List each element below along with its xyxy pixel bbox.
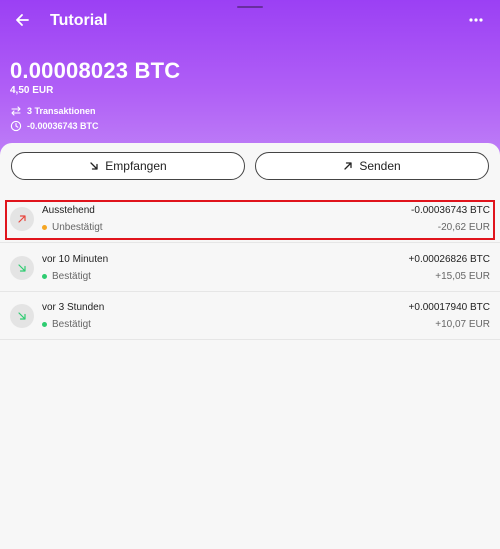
transaction-count: 3 Transaktionen bbox=[27, 106, 96, 116]
transaction-time: vor 3 Stunden bbox=[42, 302, 105, 313]
transaction-count-row: 3 Transaktionen bbox=[10, 104, 96, 118]
transaction-status-text: Bestätigt bbox=[52, 271, 91, 282]
transaction-fiat: +15,05 EUR bbox=[435, 271, 490, 282]
arrow-up-right-icon bbox=[18, 215, 26, 223]
send-button[interactable]: Senden bbox=[255, 152, 489, 180]
balance-amount: 0.00008023 BTC bbox=[10, 58, 181, 83]
status-dot bbox=[42, 322, 47, 327]
transaction-time: vor 10 Minuten bbox=[42, 254, 109, 265]
transaction-amount: -0.00036743 BTC bbox=[411, 205, 490, 216]
more-vert-icon bbox=[469, 18, 483, 22]
transaction-status-text: Bestätigt bbox=[52, 319, 91, 330]
pending-amount-row: -0.00036743 BTC bbox=[10, 119, 99, 133]
clock-icon bbox=[10, 120, 22, 132]
page-title: Tutorial bbox=[50, 12, 108, 29]
transaction-time: Ausstehend bbox=[42, 205, 95, 216]
transaction-amount: +0.00017940 BTC bbox=[408, 302, 490, 313]
transaction-direction-badge bbox=[10, 304, 34, 328]
more-options-button[interactable] bbox=[462, 9, 490, 31]
transaction-fiat: -20,62 EUR bbox=[437, 222, 490, 233]
back-button[interactable] bbox=[10, 10, 34, 30]
swap-icon bbox=[11, 106, 21, 116]
transaction-status-text: Unbestätigt bbox=[52, 222, 103, 233]
transaction-row[interactable]: vor 3 Stunden Bestätigt +0.00017940 BTC … bbox=[0, 292, 500, 340]
send-label: Senden bbox=[359, 159, 401, 173]
transaction-status: Bestätigt bbox=[42, 319, 91, 330]
arrow-left-icon bbox=[16, 14, 29, 26]
arrow-up-right-icon bbox=[344, 162, 352, 170]
arrow-down-right-icon bbox=[18, 264, 26, 272]
status-dot bbox=[42, 225, 47, 230]
transaction-row[interactable]: vor 10 Minuten Bestätigt +0.00026826 BTC… bbox=[0, 244, 500, 292]
status-dot bbox=[42, 274, 47, 279]
receive-button[interactable]: Empfangen bbox=[11, 152, 245, 180]
transaction-status: Bestätigt bbox=[42, 271, 91, 282]
transaction-direction-badge bbox=[10, 256, 34, 280]
arrow-down-right-icon bbox=[90, 162, 98, 170]
balance-fiat: 4,50 EUR bbox=[10, 85, 54, 96]
wallet-header: Tutorial 0.00008023 BTC 4,50 EUR 3 Trans… bbox=[0, 0, 500, 165]
transaction-status: Unbestätigt bbox=[42, 222, 103, 233]
transaction-fiat: +10,07 EUR bbox=[435, 319, 490, 330]
pending-amount: -0.00036743 BTC bbox=[27, 121, 99, 131]
receive-label: Empfangen bbox=[105, 159, 167, 173]
transaction-direction-badge bbox=[10, 207, 34, 231]
transaction-amount: +0.00026826 BTC bbox=[408, 254, 490, 265]
transaction-row[interactable]: Ausstehend Unbestätigt -0.00036743 BTC -… bbox=[0, 195, 500, 243]
arrow-down-right-icon bbox=[18, 312, 26, 320]
drag-handle bbox=[237, 6, 263, 8]
